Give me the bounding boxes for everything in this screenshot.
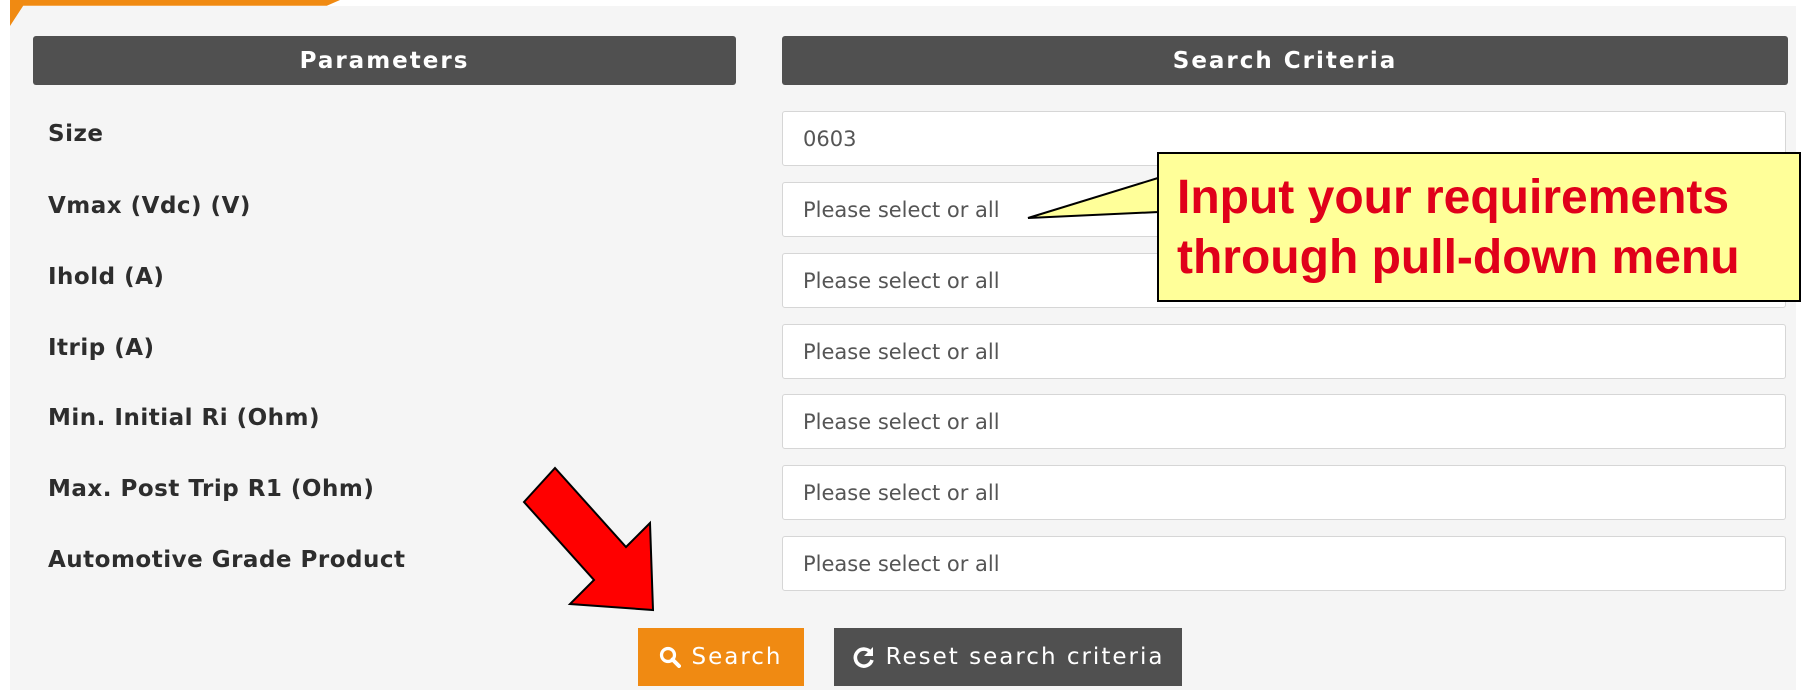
- param-label-max-post-trip-r1: Max. Post Trip R1 (Ohm): [48, 476, 375, 502]
- search-criteria-header-label: Search Criteria: [1172, 47, 1398, 74]
- param-label-size: Size: [48, 121, 104, 147]
- itrip-select-value: Please select or all: [803, 339, 1000, 364]
- max-post-trip-r1-select-value: Please select or all: [803, 480, 1000, 505]
- search-button-label: Search: [691, 644, 783, 670]
- param-label-min-initial-ri: Min. Initial Ri (Ohm): [48, 405, 321, 431]
- refresh-icon: [852, 645, 876, 669]
- param-label-automotive-grade: Automotive Grade Product: [48, 547, 406, 573]
- stage: Parameters Search Criteria Size Vmax (Vd…: [0, 0, 1818, 690]
- param-label-ihold: Ihold (A): [48, 264, 165, 290]
- reset-button-label: Reset search criteria: [885, 644, 1165, 670]
- automotive-grade-select-value: Please select or all: [803, 551, 1000, 576]
- min-initial-ri-select[interactable]: Please select or all: [782, 394, 1786, 449]
- reset-search-criteria-button[interactable]: Reset search criteria: [834, 628, 1182, 686]
- size-field-value: 0603: [803, 126, 857, 151]
- vmax-select-value: Please select or all: [803, 197, 1000, 222]
- param-label-vmax: Vmax (Vdc) (V): [48, 193, 251, 219]
- itrip-select[interactable]: Please select or all: [782, 324, 1786, 379]
- callout-annotation: Input your requirements through pull-dow…: [1157, 152, 1801, 302]
- parameters-header-label: Parameters: [299, 47, 470, 74]
- search-criteria-header: Search Criteria: [782, 36, 1788, 85]
- automotive-grade-select[interactable]: Please select or all: [782, 536, 1786, 591]
- callout-line-2: through pull-down menu: [1177, 231, 1740, 284]
- max-post-trip-r1-select[interactable]: Please select or all: [782, 465, 1786, 520]
- parameters-header: Parameters: [33, 36, 736, 85]
- search-icon: [659, 646, 682, 668]
- param-label-itrip: Itrip (A): [48, 335, 155, 361]
- ihold-select-value: Please select or all: [803, 268, 1000, 293]
- callout-line-1: Input your requirements: [1177, 171, 1730, 224]
- search-button[interactable]: Search: [638, 628, 804, 686]
- min-initial-ri-select-value: Please select or all: [803, 409, 1000, 434]
